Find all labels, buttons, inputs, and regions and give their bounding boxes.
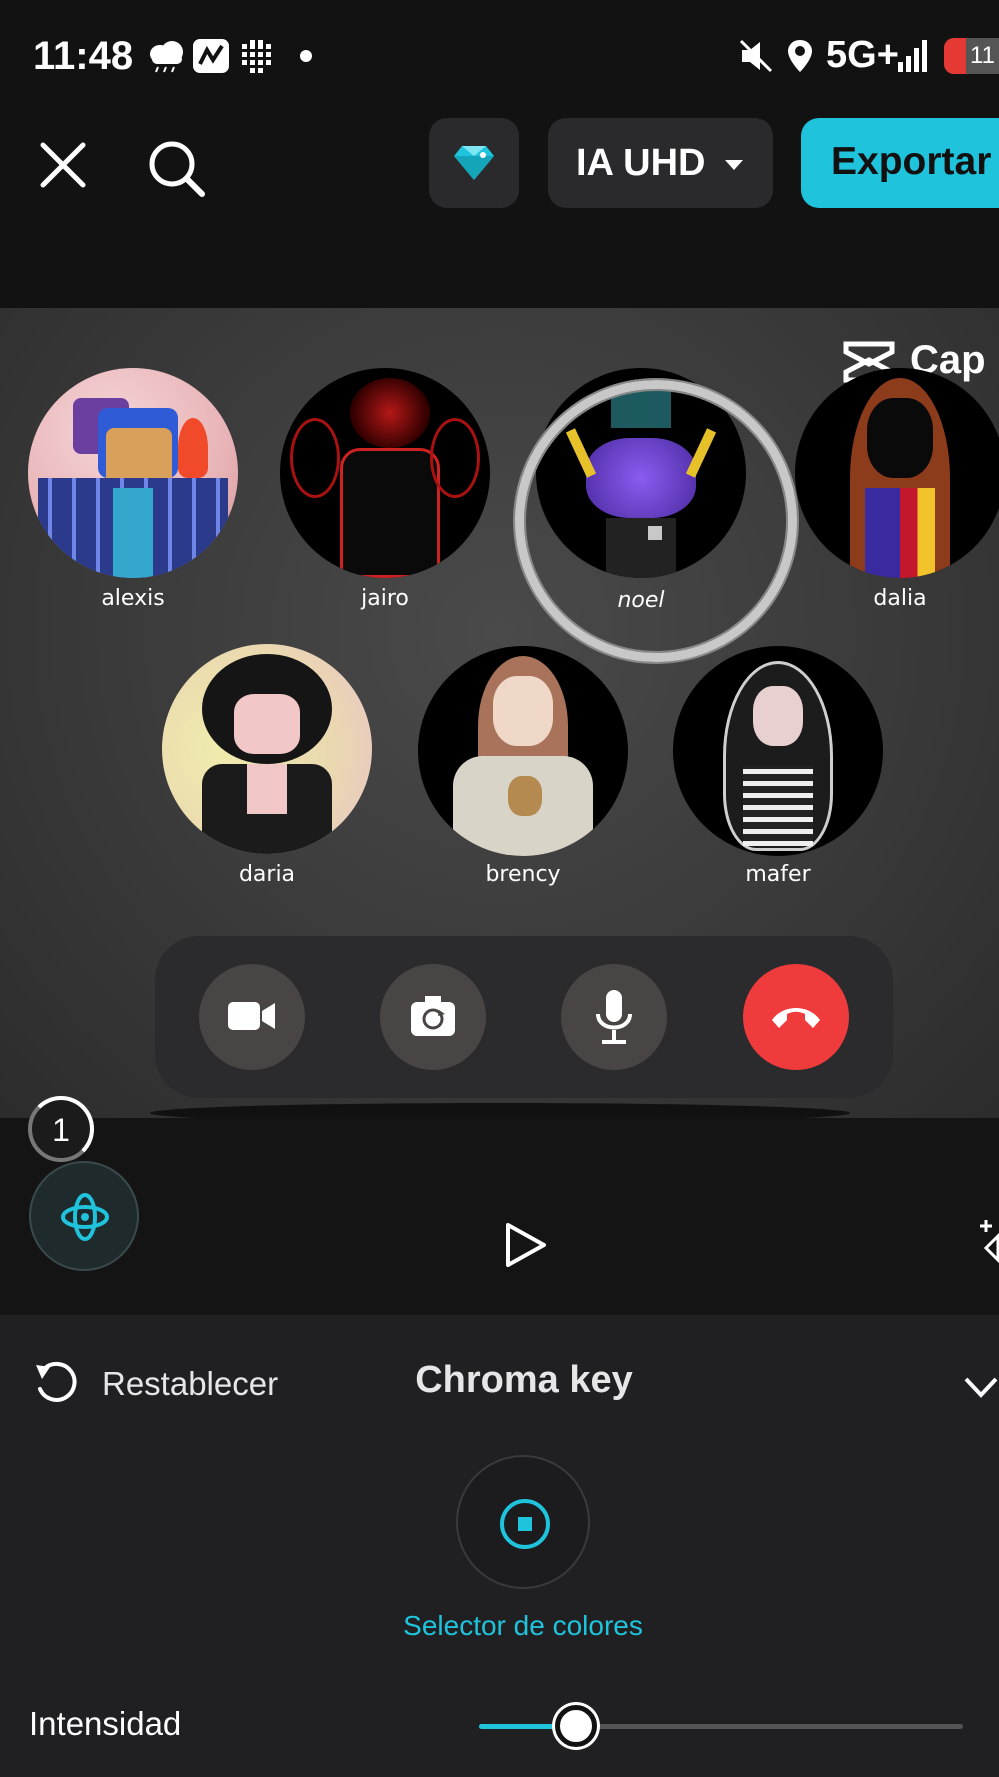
network-type: 5G+ <box>826 34 899 76</box>
intensity-label: Intensidad <box>29 1705 182 1742</box>
quality-label: IA UHD <box>576 142 706 184</box>
chroma-picker-ring[interactable] <box>515 380 797 662</box>
keyframe-count: 1 <box>52 1112 70 1148</box>
chevron-down-icon <box>725 160 743 170</box>
editor-top-bar: IA UHD Exportar <box>0 110 999 310</box>
color-picker-label: Selector de colores <box>403 1610 643 1641</box>
switch-camera-button[interactable] <box>380 964 486 1070</box>
participant-name-alexis: alexis <box>101 586 165 611</box>
participant-name-dalia: dalia <box>873 586 927 611</box>
participant-name-mafer: mafer <box>745 862 811 887</box>
microphone-button[interactable] <box>561 964 667 1070</box>
search-icon[interactable] <box>146 138 208 200</box>
sim-app-icon <box>242 40 271 73</box>
video-camera-icon <box>228 1002 275 1030</box>
chroma-key-panel: Restablecer Chroma key Selector de color… <box>0 1315 999 1777</box>
weather-cloud-icon <box>150 41 183 73</box>
video-preview[interactable]: Cap alexis jairo noel dalia daria brency… <box>0 308 999 1118</box>
timeline-area: 1 <box>0 1096 999 1315</box>
keyframe-count-badge[interactable]: 1 <box>28 1096 94 1162</box>
participant-name-brency: brency <box>485 862 561 887</box>
participant-avatar-dalia <box>795 368 999 578</box>
signal-icon <box>898 40 927 72</box>
status-time: 11:48 <box>33 34 134 78</box>
participant-avatar-alexis <box>28 368 238 578</box>
premium-button[interactable] <box>429 118 519 208</box>
location-icon <box>788 40 812 72</box>
motion-tracking-button[interactable] <box>29 1161 139 1271</box>
app-notification-icon <box>193 39 229 73</box>
microphone-icon <box>596 990 632 1044</box>
export-button[interactable]: Exportar <box>801 118 999 208</box>
export-label: Exportar <box>831 140 992 183</box>
quality-dropdown[interactable]: IA UHD <box>548 118 773 208</box>
collapse-chevron-icon[interactable] <box>963 1375 999 1401</box>
participant-avatar-brency <box>418 646 628 856</box>
battery-level: 11 <box>970 42 995 69</box>
intensity-slider[interactable] <box>479 1705 963 1747</box>
participant-avatar-daria <box>162 644 372 854</box>
close-button[interactable] <box>38 140 88 190</box>
video-camera-button[interactable] <box>199 964 305 1070</box>
mute-icon <box>739 39 773 73</box>
phone-hangup-icon <box>772 1008 820 1028</box>
participant-name-daria: daria <box>238 862 296 887</box>
color-picker-icon <box>500 1499 550 1549</box>
call-controls-bar <box>155 936 893 1098</box>
participant-avatar-jairo <box>280 368 490 578</box>
participant-name-jairo: jairo <box>361 586 409 611</box>
status-bar: 11:48 5G+ 11 <box>0 0 999 110</box>
notification-dot-icon <box>300 50 312 62</box>
play-icon[interactable] <box>504 1222 548 1268</box>
color-picker-button[interactable] <box>456 1455 590 1589</box>
participant-avatar-mafer <box>673 646 883 856</box>
diamond-icon <box>454 146 494 180</box>
hang-up-button[interactable] <box>743 964 849 1070</box>
panel-title: Chroma key <box>415 1359 633 1401</box>
intensity-slider-thumb[interactable] <box>554 1705 597 1747</box>
battery-icon: 11 <box>944 38 999 74</box>
switch-camera-icon <box>411 996 455 1036</box>
add-keyframe-icon[interactable] <box>978 1218 999 1266</box>
motion-tracking-icon <box>61 1193 109 1241</box>
chroma-picker-center <box>648 526 662 540</box>
